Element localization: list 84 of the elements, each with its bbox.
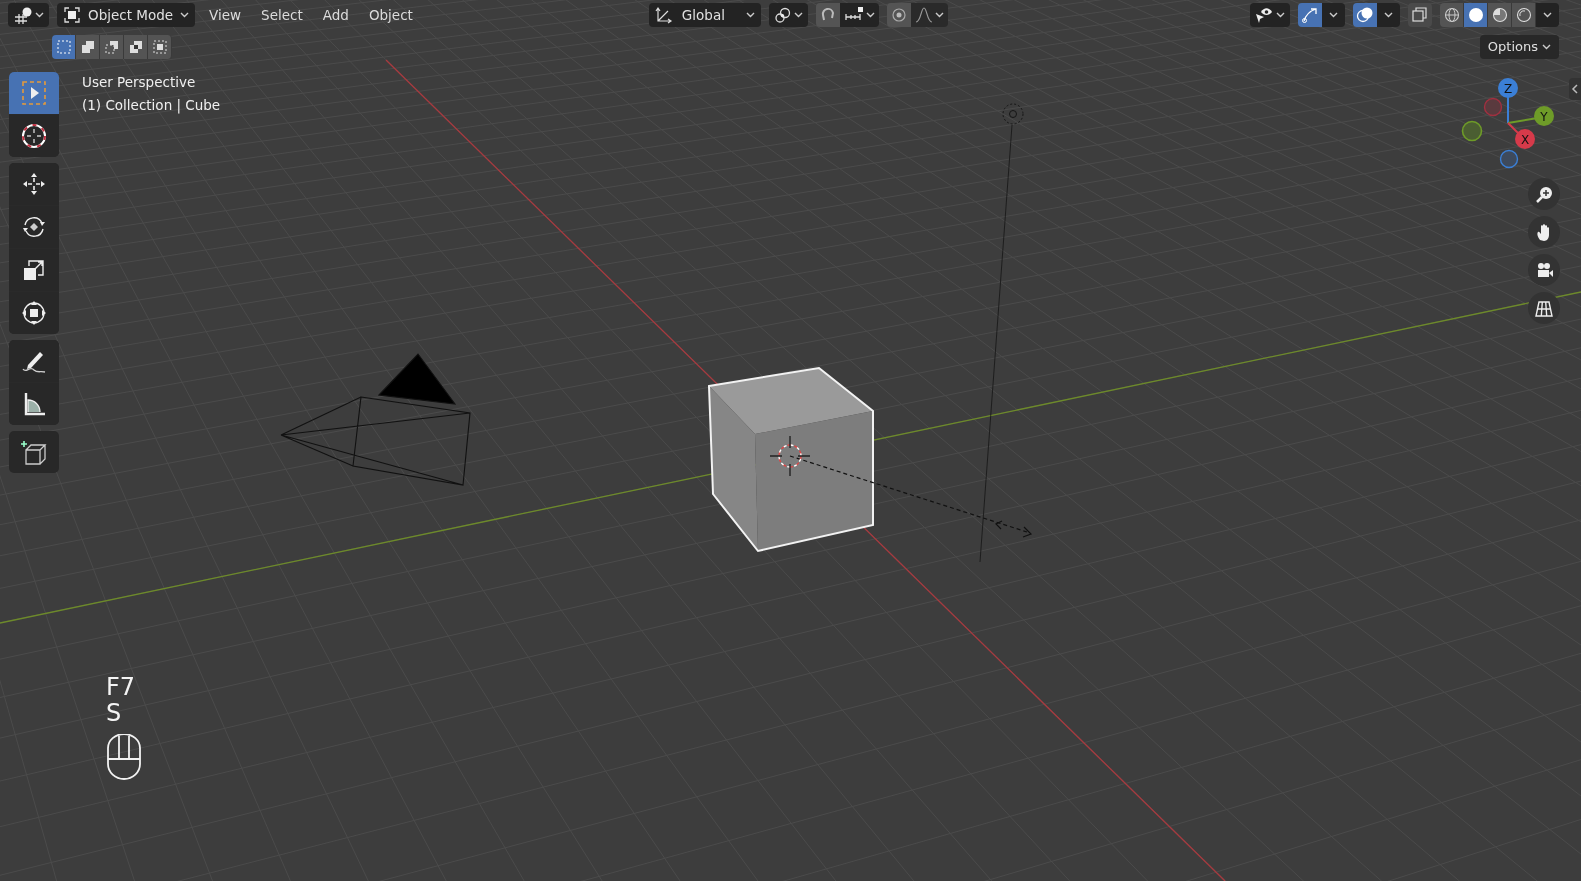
- chevron-down-icon: [745, 12, 755, 18]
- sidebar-toggle[interactable]: [1569, 78, 1581, 100]
- add-cube-icon: [20, 438, 48, 466]
- rendered-shading-button[interactable]: [1512, 3, 1536, 27]
- pivot-dropdown[interactable]: [768, 3, 808, 27]
- select-extend-button[interactable]: [76, 35, 100, 59]
- chevron-down-icon: [1276, 12, 1285, 18]
- select-box-icon: [20, 79, 48, 107]
- chevron-down-icon: [1329, 12, 1338, 18]
- select-subtract-button[interactable]: [100, 35, 124, 59]
- chevron-down-icon: [934, 12, 944, 18]
- cursor-icon: [20, 122, 48, 150]
- gizmo-toggle[interactable]: [1298, 3, 1322, 27]
- overlay-toggle[interactable]: [1353, 3, 1377, 27]
- 3d-cursor-icon: [769, 435, 811, 477]
- gizmo-icon: [1301, 6, 1319, 24]
- pan-button[interactable]: [1528, 216, 1560, 248]
- falloff-curve-icon: [914, 7, 933, 23]
- solid-shading-button[interactable]: [1464, 3, 1488, 27]
- rendered-sphere-icon: [1515, 7, 1532, 23]
- proportional-icon: [890, 7, 907, 23]
- mouse-icon: [106, 734, 142, 780]
- axis-handle[interactable]: Z: [1498, 78, 1518, 98]
- chevron-down-icon: [865, 12, 875, 18]
- menu-item[interactable]: View: [203, 4, 248, 26]
- axis-handle[interactable]: X: [1515, 129, 1535, 149]
- menu-item[interactable]: Add: [316, 4, 355, 26]
- overlay-options-dropdown[interactable]: [1377, 3, 1400, 27]
- chevron-down-icon: [1543, 12, 1552, 18]
- zoom-icon: [1534, 184, 1554, 204]
- wireframe-shading-button[interactable]: [1440, 3, 1464, 27]
- zoom-button[interactable]: [1528, 178, 1560, 210]
- select-intersect-button[interactable]: [148, 35, 172, 59]
- orientation-dropdown[interactable]: Global: [648, 3, 761, 27]
- chevron-left-icon: [1571, 84, 1579, 94]
- selection-box-icon: [151, 39, 168, 55]
- shading-options-dropdown[interactable]: [1536, 3, 1559, 27]
- options-dropdown[interactable]: Options: [1479, 35, 1559, 59]
- chevron-down-icon: [793, 12, 803, 18]
- chevron-down-icon: [35, 12, 44, 18]
- chevron-down-icon: [1542, 44, 1551, 50]
- transform-icon: [20, 299, 48, 327]
- material-sphere-icon: [1491, 7, 1508, 23]
- visibility-dropdown[interactable]: [1250, 3, 1290, 27]
- solid-sphere-icon: [1467, 7, 1484, 23]
- wireframe-sphere-icon: [1443, 7, 1460, 23]
- grid-plane-icon: [1534, 298, 1554, 318]
- magnet-icon: [819, 7, 836, 23]
- selection-box-icon: [127, 39, 144, 55]
- selection-box-icon: [55, 39, 72, 55]
- selection-box-icon: [103, 39, 120, 55]
- menu-item[interactable]: Select: [255, 4, 309, 26]
- object-mode-icon: [63, 6, 81, 24]
- chevron-down-icon: [180, 12, 190, 18]
- view-name-label: User Perspective: [82, 73, 197, 92]
- pivot-icon: [773, 6, 792, 24]
- select-new-button[interactable]: [52, 35, 76, 59]
- menu-item[interactable]: Object: [362, 4, 419, 26]
- negative-y-handle[interactable]: [1461, 120, 1483, 142]
- axes-icon: [654, 6, 673, 24]
- snap-toggle[interactable]: [815, 3, 840, 27]
- axis-handle[interactable]: Y: [1534, 106, 1554, 126]
- object-info-label: (1) Collection | Cube: [82, 96, 221, 115]
- editor-type-dropdown[interactable]: [8, 3, 49, 27]
- material-shading-button[interactable]: [1488, 3, 1512, 27]
- chevron-down-icon: [1384, 12, 1393, 18]
- key-label: F7: [106, 674, 137, 700]
- proportional-edit-toggle[interactable]: [886, 3, 911, 27]
- gizmo-options-dropdown[interactable]: [1322, 3, 1345, 27]
- snap-target-dropdown[interactable]: [839, 3, 879, 27]
- viewport-icon: [13, 6, 33, 24]
- eye-cursor-icon: [1255, 6, 1273, 24]
- xray-icon: [1411, 6, 1429, 24]
- negative-z-handle[interactable]: [1499, 149, 1519, 169]
- camera-view-button[interactable]: [1528, 254, 1560, 286]
- select-invert-button[interactable]: [124, 35, 148, 59]
- selection-box-icon: [79, 39, 96, 55]
- ortho-toggle-button[interactable]: [1528, 292, 1560, 324]
- falloff-dropdown[interactable]: [910, 3, 948, 27]
- negative-x-handle[interactable]: [1483, 97, 1503, 117]
- mode-dropdown[interactable]: Object Mode: [57, 3, 196, 27]
- key-label: S: [106, 700, 123, 726]
- xray-toggle[interactable]: [1408, 3, 1432, 27]
- overlay-icon: [1356, 6, 1374, 24]
